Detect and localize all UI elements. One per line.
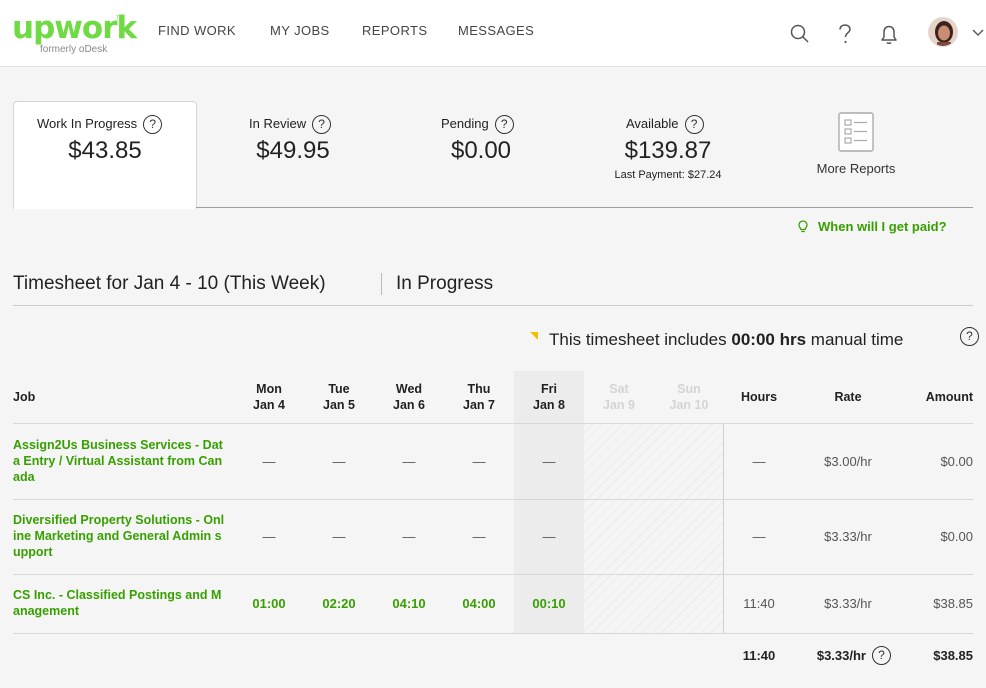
- day-cell: —: [332, 454, 346, 469]
- nav-find-work[interactable]: FIND WORK: [158, 23, 236, 38]
- total-rate: $3.33/hr: [816, 648, 866, 663]
- column-header-hours: Hours: [740, 390, 778, 404]
- summary-divider: [196, 207, 973, 208]
- available-label: Available?: [626, 115, 704, 134]
- report-list-icon: [838, 112, 874, 152]
- help-circle-icon[interactable]: ?: [143, 115, 163, 134]
- nav-messages[interactable]: MESSAGES: [458, 23, 534, 38]
- upwork-logo[interactable]: upwork TM formerly oDesk: [12, 12, 137, 55]
- manual-flag-icon: [530, 332, 538, 340]
- job-link-diversified-property[interactable]: Diversified Property Solutions - Online …: [13, 512, 225, 560]
- pending-value: $0.00: [450, 137, 512, 164]
- day-cell: —: [332, 529, 346, 544]
- column-header-rate: Rate: [834, 390, 862, 404]
- day-cell: —: [542, 529, 556, 544]
- help-circle-icon[interactable]: ?: [494, 115, 514, 134]
- amount-cell: $0.00: [940, 454, 973, 469]
- day-cell: —: [542, 454, 556, 469]
- timesheet-title: Timesheet for Jan 4 - 10 (This Week): [13, 273, 326, 294]
- rate-cell: $3.33/hr: [824, 529, 872, 544]
- hours-cell: 11:40: [743, 596, 775, 611]
- day-cell[interactable]: 04:10: [374, 596, 444, 611]
- column-header-tue: Tue Jan 5: [323, 382, 355, 412]
- amount-cell: $38.85: [933, 596, 973, 611]
- work-in-progress-label: Work In Progress?: [37, 115, 163, 134]
- lightbulb-icon: [798, 220, 808, 233]
- total-amount: $38.85: [933, 648, 973, 663]
- search-icon[interactable]: [789, 22, 811, 46]
- row-divider: [13, 574, 973, 575]
- job-link-assign2us[interactable]: Assign2Us Business Services - Data Entry…: [13, 437, 225, 485]
- job-link-cs-inc[interactable]: CS Inc. - Classified Postings and Manage…: [13, 587, 225, 619]
- day-cell: —: [402, 454, 416, 469]
- hours-cell: —: [752, 529, 766, 544]
- day-cell: —: [472, 454, 486, 469]
- nav-my-jobs[interactable]: MY JOBS: [270, 23, 330, 38]
- work-in-progress-value: $43.85: [68, 137, 142, 164]
- last-payment-text: Last Payment: $27.24: [614, 169, 722, 181]
- bell-icon[interactable]: [878, 22, 900, 46]
- column-header-fri: Fri Jan 8: [533, 382, 565, 412]
- more-reports-button[interactable]: More Reports: [806, 112, 906, 176]
- day-cell[interactable]: 04:00: [444, 596, 514, 611]
- day-cell[interactable]: 02:20: [304, 596, 374, 611]
- column-header-wed: Wed Jan 6: [393, 382, 425, 412]
- day-cell: —: [262, 529, 276, 544]
- help-circle-icon[interactable]: ?: [872, 646, 891, 665]
- rate-cell: $3.00/hr: [824, 454, 872, 469]
- day-cell: —: [402, 529, 416, 544]
- day-cell[interactable]: 01:00: [234, 596, 304, 611]
- day-cell: —: [472, 529, 486, 544]
- help-circle-icon[interactable]: ?: [684, 115, 704, 134]
- heading-separator: [381, 273, 382, 295]
- row-divider: [13, 633, 973, 634]
- column-header-sun: Sun Jan 10: [669, 382, 709, 412]
- nav-reports[interactable]: REPORTS: [362, 23, 427, 38]
- column-header-mon: Mon Jan 4: [253, 382, 285, 412]
- hours-cell: —: [752, 454, 766, 469]
- table-header-rule: [13, 423, 973, 424]
- timesheet-status: In Progress: [396, 273, 494, 294]
- in-review-label: In Review?: [249, 115, 332, 134]
- column-header-job: Job: [13, 390, 36, 404]
- when-will-i-get-paid-link[interactable]: When will I get paid?: [798, 219, 947, 234]
- day-cell[interactable]: 00:10: [514, 596, 584, 611]
- heading-rule: [13, 305, 973, 306]
- help-circle-icon[interactable]: ?: [312, 115, 332, 134]
- amount-cell: $0.00: [940, 529, 973, 544]
- available-value: $139.87: [624, 137, 712, 164]
- weekend-disabled-area: [584, 424, 724, 633]
- day-cell: —: [262, 454, 276, 469]
- logo-subtitle: formerly oDesk: [40, 44, 108, 55]
- rate-cell: $3.33/hr: [824, 596, 872, 611]
- logo-trademark: TM: [116, 16, 125, 22]
- help-circle-icon[interactable]: ?: [960, 327, 979, 346]
- chevron-down-icon[interactable]: [972, 27, 984, 37]
- column-header-amount: Amount: [925, 390, 973, 404]
- top-navigation-bar: upwork TM formerly oDesk FIND WORK MY JO…: [0, 0, 986, 67]
- manual-hours-value: 00:00 hrs: [731, 330, 807, 349]
- avatar[interactable]: [928, 17, 958, 47]
- row-divider: [13, 499, 973, 500]
- help-icon[interactable]: [834, 22, 856, 46]
- column-header-sat: Sat Jan 9: [603, 382, 635, 412]
- in-review-value: $49.95: [256, 137, 330, 164]
- total-hours: 11:40: [742, 648, 776, 663]
- more-reports-label: More Reports: [816, 161, 896, 176]
- manual-time-notice: This timesheet includes 00:00 hrs manual…: [530, 330, 903, 350]
- avatar-photo: [929, 18, 957, 46]
- pending-label: Pending?: [441, 115, 514, 134]
- column-header-thu: Thu Jan 7: [463, 382, 495, 412]
